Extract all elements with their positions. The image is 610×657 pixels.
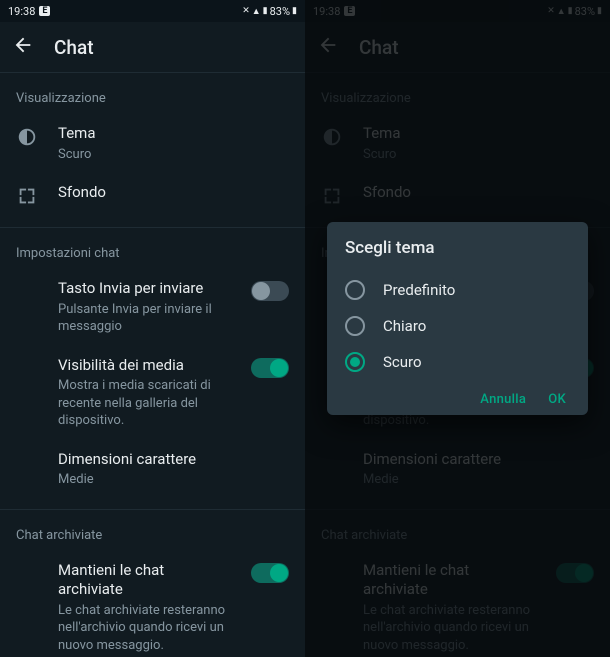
battery-text: 83% bbox=[270, 5, 290, 18]
page-title: Chat bbox=[54, 36, 94, 59]
chat-settings-screen: 19:38 E ✕ ▲ ▮ 83% ▮ Chat Visualizzazione… bbox=[0, 0, 305, 657]
font-size-row[interactable]: Dimensioni carattere Medie bbox=[0, 440, 305, 499]
section-header: Chat archiviate bbox=[0, 520, 305, 551]
keep-archived-subtitle: Le chat archiviate resteranno nell'archi… bbox=[58, 602, 231, 655]
font-size-subtitle: Medie bbox=[58, 471, 289, 489]
theme-dialog: Scegli tema Predefinito Chiaro Scuro Ann… bbox=[327, 222, 588, 415]
theme-row[interactable]: Tema Scuro bbox=[0, 114, 305, 173]
keep-archived-row[interactable]: Mantieni le chat archiviate Le chat arch… bbox=[0, 551, 305, 657]
section-header: Visualizzazione bbox=[0, 83, 305, 114]
enter-send-toggle[interactable] bbox=[251, 281, 289, 301]
theme-option-default[interactable]: Predefinito bbox=[345, 272, 570, 308]
enter-send-title: Tasto Invia per inviare bbox=[58, 279, 231, 299]
media-visibility-row[interactable]: Visibilità dei media Mostra i media scar… bbox=[0, 346, 305, 440]
wallpaper-title: Sfondo bbox=[58, 183, 289, 203]
theme-option-dark[interactable]: Scuro bbox=[345, 344, 570, 380]
signal-icon: ▮ bbox=[263, 6, 268, 16]
media-visibility-toggle[interactable] bbox=[251, 358, 289, 378]
theme-title: Tema bbox=[58, 124, 289, 144]
wallpaper-icon bbox=[16, 183, 38, 207]
radio-icon bbox=[345, 352, 365, 372]
enter-send-row[interactable]: Tasto Invia per inviare Pulsante Invia p… bbox=[0, 269, 305, 346]
keep-archived-toggle[interactable] bbox=[251, 563, 289, 583]
ok-button[interactable]: OK bbox=[548, 392, 566, 407]
cancel-button[interactable]: Annulla bbox=[480, 392, 526, 407]
media-visibility-title: Visibilità dei media bbox=[58, 356, 231, 376]
radio-label: Predefinito bbox=[383, 281, 455, 299]
font-size-title: Dimensioni carattere bbox=[58, 450, 289, 470]
theme-icon bbox=[16, 124, 38, 148]
section-header: Impostazioni chat bbox=[0, 238, 305, 269]
dialog-title: Scegli tema bbox=[345, 238, 570, 258]
radio-icon bbox=[345, 316, 365, 336]
keep-archived-title: Mantieni le chat archiviate bbox=[58, 561, 231, 600]
status-bar: 19:38 E ✕ ▲ ▮ 83% ▮ bbox=[0, 0, 305, 22]
section-archived: Chat archiviate Mantieni le chat archivi… bbox=[0, 509, 305, 657]
theme-option-light[interactable]: Chiaro bbox=[345, 308, 570, 344]
chat-settings-screen-with-dialog: 19:38 E ✕ ▲ ▮ 83% ▮ Chat Visualizzazione… bbox=[305, 0, 610, 657]
enter-send-subtitle: Pulsante Invia per inviare il messaggio bbox=[58, 301, 231, 336]
radio-label: Chiaro bbox=[383, 317, 426, 335]
battery-icon: ▮ bbox=[292, 6, 297, 16]
back-icon[interactable] bbox=[12, 34, 34, 60]
section-display: Visualizzazione Tema Scuro Sfondo bbox=[0, 72, 305, 227]
media-visibility-subtitle: Mostra i media scaricati di recente nell… bbox=[58, 377, 231, 430]
theme-subtitle: Scuro bbox=[58, 146, 289, 164]
radio-label: Scuro bbox=[383, 353, 422, 371]
vibrate-icon: ✕ bbox=[242, 6, 250, 16]
section-chat: Impostazioni chat Tasto Invia per inviar… bbox=[0, 227, 305, 509]
status-time: 19:38 bbox=[8, 5, 35, 18]
status-indicator-icon: E bbox=[39, 6, 50, 16]
wallpaper-row[interactable]: Sfondo bbox=[0, 173, 305, 217]
radio-icon bbox=[345, 280, 365, 300]
app-bar: Chat bbox=[0, 22, 305, 72]
wifi-icon: ▲ bbox=[252, 6, 261, 17]
